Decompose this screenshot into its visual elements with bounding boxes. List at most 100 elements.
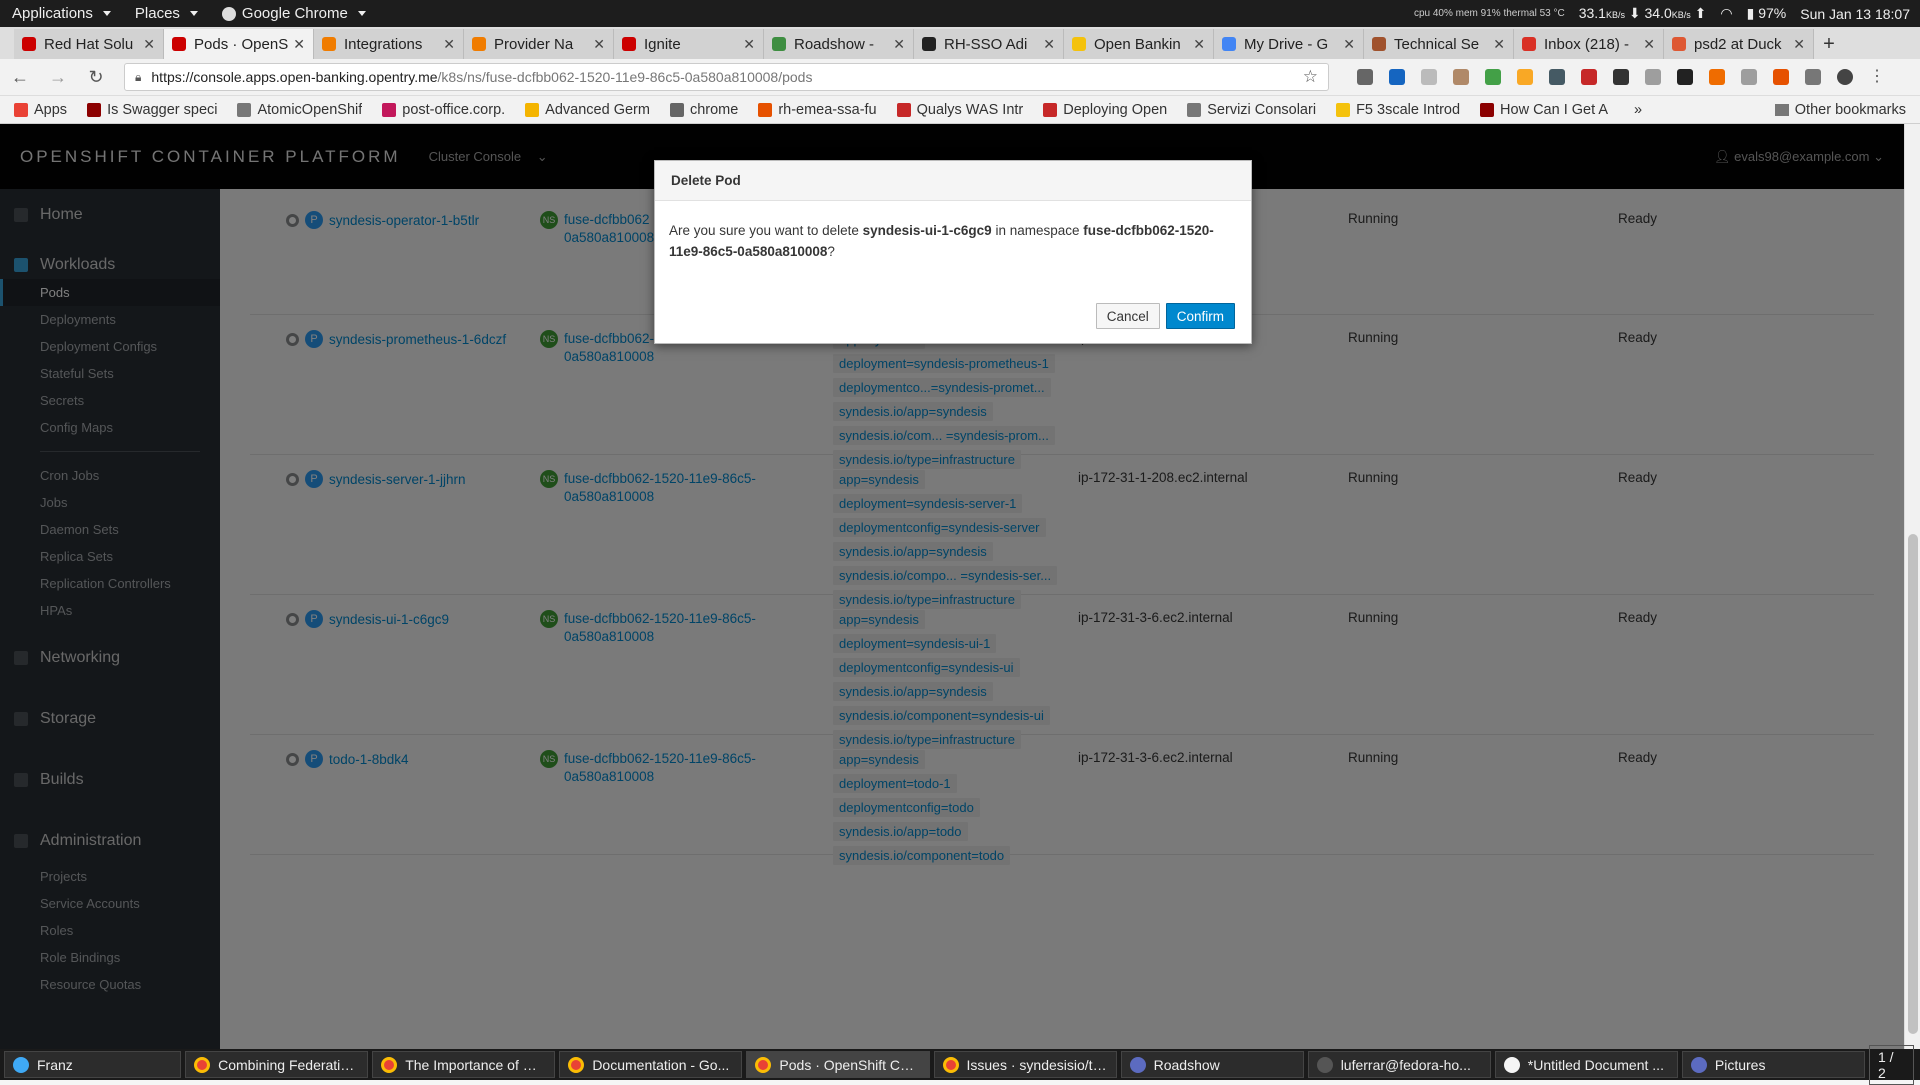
delete-pod-dialog: Delete Pod Are you sure you want to dele…: [654, 160, 1252, 344]
taskbar-window-label: The Importance of RE...: [405, 1056, 547, 1073]
browser-tab[interactable]: Provider Na ✕: [464, 29, 614, 59]
extension-icon[interactable]: [1709, 69, 1725, 85]
taskbar-window-button[interactable]: Combining Federatio...: [185, 1051, 369, 1078]
address-bar[interactable]: 🔒︎ https://console.apps.open-banking.ope…: [124, 63, 1329, 91]
tab-close-icon[interactable]: ✕: [893, 36, 905, 53]
extension-icon[interactable]: [1485, 69, 1501, 85]
tab-close-icon[interactable]: ✕: [1043, 36, 1055, 53]
taskbar-window-button[interactable]: Pods · OpenShift Con...: [746, 1051, 930, 1078]
browser-tab[interactable]: Red Hat Solu ✕: [14, 29, 164, 59]
bookmark-item[interactable]: rh-emea-ssa-fu: [758, 102, 877, 118]
extension-icon[interactable]: [1581, 69, 1597, 85]
extension-icon[interactable]: [1773, 69, 1789, 85]
bookmark-item[interactable]: chrome: [669, 102, 738, 118]
bookmark-favicon-icon: [525, 102, 540, 117]
taskbar-window-button[interactable]: luferrar@fedora-ho...: [1307, 1051, 1491, 1078]
tab-close-icon[interactable]: ✕: [1493, 36, 1505, 53]
browser-tab[interactable]: Pods · OpenS ✕: [164, 29, 314, 59]
tab-close-icon[interactable]: ✕: [1643, 36, 1655, 53]
extension-icon[interactable]: [1805, 69, 1821, 85]
applications-menu[interactable]: Applications: [0, 5, 123, 22]
browser-tab[interactable]: Ignite ✕: [614, 29, 764, 59]
tab-favicon-icon: [472, 37, 486, 51]
tab-close-icon[interactable]: ✕: [443, 36, 455, 53]
forward-arrow-icon[interactable]: →: [48, 67, 68, 88]
taskbar-window-button[interactable]: Documentation - Go...: [559, 1051, 743, 1078]
tab-title: My Drive - G: [1244, 35, 1329, 53]
cancel-button[interactable]: Cancel: [1095, 303, 1160, 329]
browser-tab-strip: Red Hat Solu ✕ Pods · OpenS ✕ Integrations ✕ P…: [0, 27, 1920, 59]
places-menu[interactable]: Places: [123, 5, 210, 22]
bookmark-item[interactable]: Servizi Consolari: [1187, 102, 1316, 118]
other-bookmarks-label: Other bookmarks: [1794, 101, 1906, 118]
extension-icon[interactable]: [1357, 69, 1373, 85]
tab-close-icon[interactable]: ✕: [1193, 36, 1205, 53]
system-monitor[interactable]: cpu 40% mem 91% thermal 53 °C: [1414, 8, 1565, 19]
window-app-icon: [1690, 1056, 1707, 1073]
bookmark-item[interactable]: Is Swagger speci: [87, 102, 217, 118]
browser-tab[interactable]: RH-SSO Adi ✕: [914, 29, 1064, 59]
extension-icon[interactable]: [1645, 69, 1661, 85]
places-label: Places: [134, 5, 180, 22]
chevron-down-icon: [357, 11, 366, 16]
scrollbar-thumb[interactable]: [1908, 534, 1918, 1034]
other-bookmarks[interactable]: Other bookmarks: [1774, 101, 1906, 118]
tab-close-icon[interactable]: ✕: [143, 36, 155, 53]
bookmark-item[interactable]: Qualys WAS Intr: [896, 101, 1024, 118]
bookmark-item[interactable]: How Can I Get A: [1480, 102, 1608, 118]
browser-tab[interactable]: psd2 at Duck ✕: [1664, 29, 1814, 59]
tab-close-icon[interactable]: ✕: [1343, 36, 1355, 53]
extension-icon[interactable]: [1453, 69, 1469, 85]
chrome-app-menu[interactable]: Google Chrome: [210, 5, 378, 22]
folder-icon: [1774, 103, 1789, 116]
browser-tab[interactable]: Integrations ✕: [314, 29, 464, 59]
taskbar-window-button[interactable]: Roadshow: [1120, 1051, 1304, 1078]
bookmark-item[interactable]: F5 3scale Introd: [1336, 102, 1460, 118]
bookmark-item[interactable]: AtomicOpenShif: [237, 102, 362, 118]
new-tab-button[interactable]: +: [1814, 29, 1844, 59]
tab-favicon-icon: [922, 37, 936, 51]
chevron-down-icon: [102, 11, 111, 16]
extension-icon[interactable]: [1741, 69, 1757, 85]
window-app-icon: [755, 1056, 772, 1073]
tab-close-icon[interactable]: ✕: [293, 36, 305, 53]
extension-icon[interactable]: [1517, 69, 1533, 85]
extension-icon[interactable]: [1613, 69, 1629, 85]
extension-icon[interactable]: [1549, 69, 1565, 85]
bookmark-item[interactable]: Deploying Open: [1043, 102, 1167, 118]
wifi-icon[interactable]: ◠: [1720, 5, 1732, 22]
browser-tab[interactable]: Open Bankin ✕: [1064, 29, 1214, 59]
clock[interactable]: Sun Jan 13 18:07: [1800, 6, 1910, 22]
extension-icon[interactable]: [1421, 69, 1437, 85]
extension-icon[interactable]: [1677, 69, 1693, 85]
taskbar-window-button[interactable]: Franz: [4, 1051, 182, 1078]
bookmark-item[interactable]: Advanced Germ: [525, 102, 650, 118]
bookmark-star-icon[interactable]: ☆: [1303, 67, 1318, 87]
reload-icon[interactable]: ↻: [86, 67, 106, 88]
browser-tab[interactable]: Technical Se ✕: [1364, 29, 1514, 59]
extension-icon[interactable]: [1389, 69, 1405, 85]
bookmarks-overflow-button[interactable]: »: [1634, 102, 1642, 118]
bookmark-item[interactable]: post-office.corp.: [382, 102, 505, 118]
taskbar-window-button[interactable]: Issues · syndesisio/to...: [933, 1051, 1117, 1078]
tab-close-icon[interactable]: ✕: [743, 36, 755, 53]
bookmark-item[interactable]: Apps: [14, 102, 67, 118]
profile-avatar[interactable]: [1837, 69, 1853, 85]
browser-tab[interactable]: My Drive - G ✕: [1214, 29, 1364, 59]
taskbar-window-button[interactable]: Pictures: [1681, 1051, 1865, 1078]
tab-close-icon[interactable]: ✕: [1793, 36, 1805, 53]
workspace-pager[interactable]: 1 / 2: [1868, 1044, 1915, 1085]
bookmark-label: Qualys WAS Intr: [916, 101, 1024, 118]
taskbar-window-button[interactable]: *Untitled Document ...: [1494, 1051, 1678, 1078]
back-arrow-icon[interactable]: ←: [10, 67, 30, 88]
confirm-button[interactable]: Confirm: [1165, 303, 1235, 329]
chrome-menu-icon[interactable]: ⋮: [1869, 69, 1885, 85]
battery-indicator[interactable]: ▮ 97%: [1747, 5, 1787, 22]
page-scrollbar[interactable]: [1904, 124, 1920, 1049]
tab-title: Ignite: [644, 35, 681, 53]
browser-tab[interactable]: Roadshow - ✕: [764, 29, 914, 59]
taskbar-window-button[interactable]: The Importance of RE...: [372, 1051, 556, 1078]
browser-tab[interactable]: Inbox (218) - ✕: [1514, 29, 1664, 59]
cpu-readout: 40%: [1432, 8, 1453, 19]
tab-close-icon[interactable]: ✕: [593, 36, 605, 53]
